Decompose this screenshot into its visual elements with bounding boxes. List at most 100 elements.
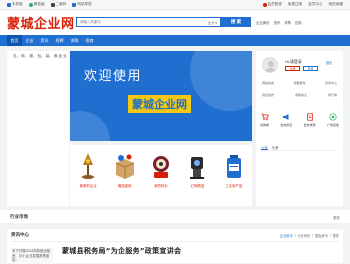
sidebar-link[interactable]: 排行榜 <box>328 93 337 97</box>
topbar-link-label: 二维码 <box>55 2 67 6</box>
quick-action-ads[interactable]: 广告投放 <box>327 113 339 127</box>
favorites-link[interactable]: 我的收藏 <box>329 2 343 7</box>
tab-separator: | <box>312 232 314 237</box>
industry-market-section: 行业市场 更多 <box>0 210 350 223</box>
tab-industry-news[interactable]: 行业资讯 <box>297 233 310 238</box>
product-card[interactable]: 灯饰精选 <box>179 145 215 206</box>
robot-icon <box>190 157 205 179</box>
nav-item-news[interactable]: 资讯 <box>37 35 52 46</box>
megaphone-icon <box>283 114 289 120</box>
hero-banner[interactable]: 欢迎使用 蒙城企业网 <box>70 51 252 141</box>
quick-action-supply[interactable]: 发布供应 <box>280 113 292 127</box>
nav-item-jobs[interactable]: 招聘 <box>52 35 67 46</box>
quick-action-purchase[interactable]: 发布求购 <box>304 113 316 127</box>
quick-action-cart[interactable]: 采购单 <box>260 113 269 127</box>
header-link[interactable]: 资讯 <box>274 20 281 25</box>
gift-icon <box>153 156 170 178</box>
product-label: 新奇的企业 <box>79 184 97 188</box>
topbar-link-sitemap[interactable]: 网站导航 <box>72 2 92 7</box>
lamp-icon <box>82 153 95 179</box>
header-quick-links: 企业黄页 资讯 求购 招标 <box>256 20 302 25</box>
tab-headlines[interactable]: 头条 <box>272 145 279 150</box>
tab-expo-news[interactable]: 展会资讯 <box>315 233 328 238</box>
info-filter-tabs: 企业资讯 | 行业资讯 | 展会资讯 | 更多 <box>280 233 339 238</box>
divider <box>11 241 339 242</box>
sidebar-link[interactable]: 网站动态 <box>262 81 274 85</box>
login-button[interactable]: 登录 <box>303 66 318 71</box>
topbar-right: 会员登录 免费注册 会员中心 我的收藏 <box>262 2 343 7</box>
user-greeting: Hi,请登录 <box>285 59 302 64</box>
product-label: 我的特价 <box>154 184 168 188</box>
product-label: 工业用产品 <box>225 184 243 188</box>
nav-item-home[interactable]: 首页 <box>7 35 22 46</box>
topbar-link-label: 网站导航 <box>77 2 92 6</box>
topbar-link-qrcode[interactable]: 二维码 <box>50 2 67 7</box>
section-title: 资讯中心 <box>11 232 29 237</box>
header-link[interactable]: 企业黄页 <box>256 20 270 25</box>
topbar-link-mobile[interactable]: 手机版 <box>7 2 23 7</box>
topbar-link-label: 微信版 <box>33 2 45 6</box>
banner-decoration <box>190 51 252 111</box>
tab-announcements[interactable]: 公告 <box>261 145 268 150</box>
user-icon <box>262 2 267 7</box>
tab-company-news[interactable]: 企业资讯 <box>280 233 293 238</box>
user-sidebar: Hi,请登录 退出 注册 登录 网站动态 我要发布 商务中心 供应发布 求购信息… <box>256 51 343 206</box>
member-login-label: 会员登录 <box>267 2 282 6</box>
register-button[interactable]: 注册 <box>285 66 300 71</box>
nav-item-buy[interactable]: 求购 <box>67 35 82 46</box>
more-link[interactable]: 更多 <box>333 215 340 220</box>
quick-action-label: 发布供应 <box>280 122 293 127</box>
banner-decoration <box>70 111 110 141</box>
grid-icon <box>72 2 77 7</box>
tab-more[interactable]: 更多 <box>333 233 339 238</box>
cart-icon <box>261 113 269 121</box>
featured-products: 新奇的企业 爆品促销 我的特价 灯饰精选 工业用产品 <box>70 145 252 206</box>
search-box: 企业 ▾ <box>76 17 221 27</box>
register-link[interactable]: 免费注册 <box>288 2 302 7</box>
product-card[interactable]: 新奇的企业 <box>70 145 106 206</box>
product-card[interactable]: 我的特价 <box>143 145 179 206</box>
sidebar-links-row: 供应发布 求购信息 排行榜 <box>262 93 337 97</box>
sidebar-link[interactable]: 我要发布 <box>293 81 305 85</box>
product-label: 灯饰精选 <box>190 184 205 188</box>
sidebar-link[interactable]: 求购信息 <box>295 93 307 97</box>
wechat-icon <box>28 2 33 7</box>
top-utility-bar: 手机版 微信版 二维码 网站导航 会员登录 免费注册 会员中心 我的收藏 <box>0 0 350 10</box>
sidebar-tabs: 公告 头条 <box>261 145 338 151</box>
topbar-link-label: 手机版 <box>12 2 23 6</box>
headline-news[interactable]: 蒙城县税务局“为企服务”政策宣讲会 <box>62 246 181 256</box>
sidebar-link[interactable]: 商务中心 <box>325 81 337 85</box>
quick-action-label: 广告投放 <box>326 122 339 127</box>
doc-icon <box>306 113 313 121</box>
topbar-link-wechat[interactable]: 微信版 <box>28 2 45 7</box>
search-button[interactable]: 搜 索 <box>221 17 251 27</box>
qrcode-icon <box>50 2 55 7</box>
logout-link[interactable]: 退出 <box>326 60 332 65</box>
phone-icon <box>7 2 11 7</box>
product-label: 爆品促销 <box>117 184 132 188</box>
member-center-link[interactable]: 会员中心 <box>308 2 322 7</box>
news-item[interactable]: 关于开展2024年制造业融资、中小企业发展政策宣讲... <box>11 248 53 264</box>
nav-item-company[interactable]: 企业 <box>22 35 37 46</box>
sidebar-link[interactable]: 供应发布 <box>262 93 274 97</box>
search-input[interactable] <box>77 18 204 26</box>
search-scope-select[interactable]: 企业 ▾ <box>203 19 220 25</box>
section-title: 行业市场 <box>10 214 28 219</box>
quick-actions: 采购单 发布供应 发布求购 广告投放 <box>260 113 339 127</box>
header-link[interactable]: 招标 <box>295 20 302 25</box>
quick-action-label: 采购单 <box>260 122 270 127</box>
quick-action-label: 发布求购 <box>303 122 316 127</box>
product-card[interactable]: 工业用产品 <box>216 145 252 206</box>
category-item[interactable]: 五、 科、 报、 包、 装、 食 品 业 <box>11 54 67 59</box>
category-list: 五、 科、 报、 包、 装、 食 品 业 <box>7 51 69 206</box>
nav-item-invest[interactable]: 招商 <box>82 35 97 46</box>
member-login-link[interactable]: 会员登录 <box>262 2 282 7</box>
topbar-left: 手机版 微信版 二维码 网站导航 <box>7 2 92 7</box>
tab-separator: | <box>294 232 296 237</box>
category-label: 五、 科、 报、 包、 装、 食 品 业 <box>13 54 67 58</box>
tab-separator: | <box>329 232 331 237</box>
header-link[interactable]: 求购 <box>284 20 291 25</box>
product-card[interactable]: 爆品促销 <box>106 145 142 206</box>
site-logo[interactable]: 蒙城企业网 <box>7 13 75 32</box>
main-nav: 首页 企业 资讯 招聘 求购 招商 <box>0 35 350 46</box>
